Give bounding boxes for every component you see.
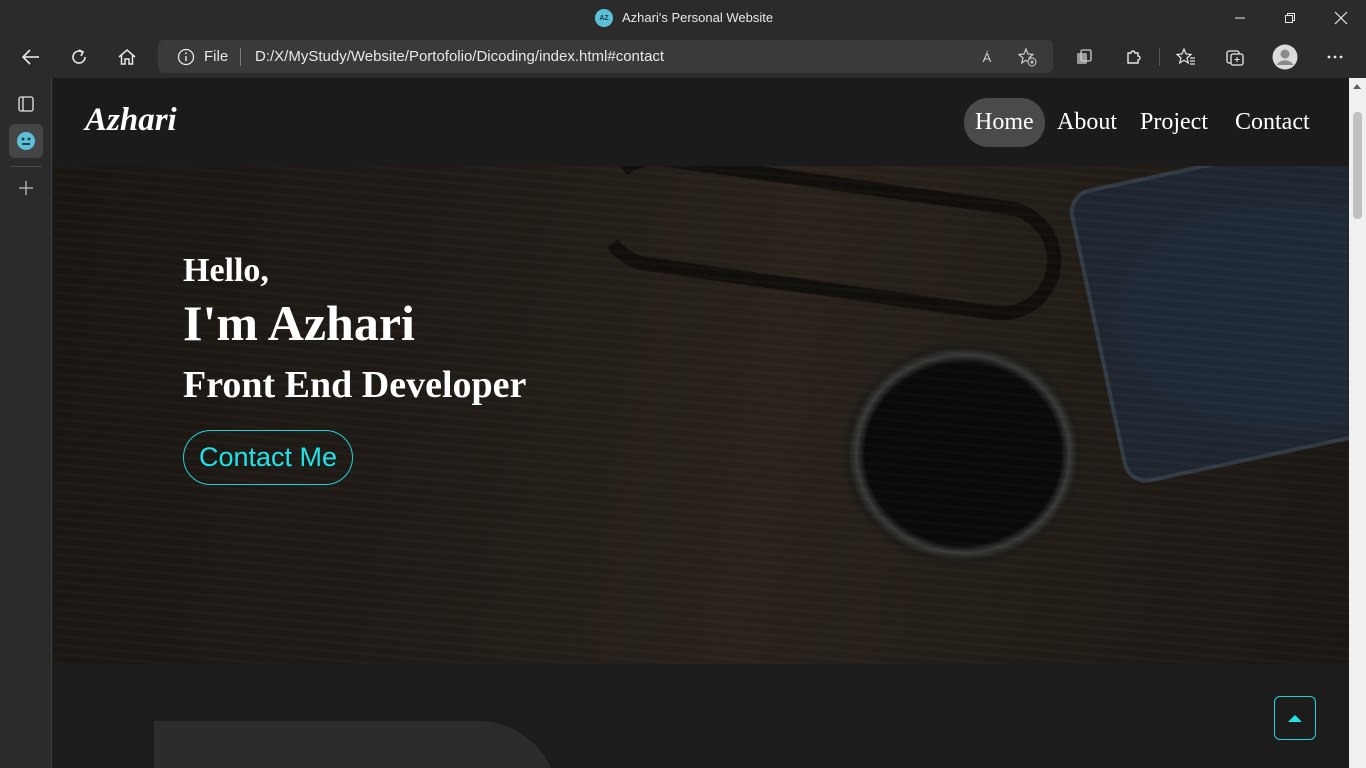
contact-me-button[interactable]: Contact Me	[183, 430, 353, 485]
page-viewport: Azhari Home About Project Contact Hello,…	[53, 78, 1349, 768]
minimize-button[interactable]	[1215, 0, 1265, 36]
nav-about[interactable]: About	[1046, 98, 1128, 147]
add-favorite-icon[interactable]	[1016, 46, 1038, 68]
tab-actions-icon[interactable]	[1219, 42, 1251, 72]
window-title: Azhari's Personal Website	[622, 10, 774, 25]
hero-role: Front End Developer	[183, 364, 527, 406]
scroll-up-icon[interactable]	[1353, 84, 1361, 89]
sidebar-tab-azhari[interactable]	[9, 124, 43, 158]
about-section	[53, 664, 1349, 768]
toolbar-separator	[1159, 48, 1160, 66]
home-icon[interactable]	[111, 42, 143, 72]
nav-home[interactable]: Home	[964, 98, 1045, 147]
restore-button[interactable]	[1265, 0, 1315, 36]
hero-background-texture	[53, 166, 1349, 664]
about-card	[154, 721, 558, 768]
tab-panel-toggle-icon[interactable]	[9, 87, 43, 121]
refresh-icon[interactable]	[63, 42, 95, 72]
collections-icon[interactable]	[1068, 42, 1100, 72]
title-bar: AZ Azhari's Personal Website	[0, 0, 1366, 36]
hero-section: Hello, I'm Azhari Front End Developer Co…	[53, 166, 1349, 664]
more-icon[interactable]	[1319, 42, 1351, 72]
scrollbar-thumb[interactable]	[1353, 112, 1362, 219]
site-favicon-icon	[17, 132, 35, 150]
sidebar-divider	[10, 166, 42, 167]
back-arrow-icon[interactable]	[15, 42, 47, 72]
hero-name: I'm Azhari	[183, 295, 415, 351]
vertical-tabs-sidebar	[0, 78, 52, 768]
close-button[interactable]	[1316, 0, 1366, 36]
address-bar[interactable]: File D:/X/MyStudy/Website/Portofolio/Dic…	[158, 40, 1053, 73]
hero-greeting: Hello,	[183, 252, 269, 289]
page-scrollbar[interactable]	[1349, 78, 1366, 768]
url-text[interactable]: D:/X/MyStudy/Website/Portofolio/Dicoding…	[255, 48, 664, 65]
scheme-label: File	[204, 48, 229, 65]
address-divider	[240, 48, 241, 66]
site-header: Azhari Home About Project Contact	[53, 78, 1349, 166]
nav-contact[interactable]: Contact	[1224, 98, 1321, 147]
nav-project[interactable]: Project	[1129, 98, 1219, 147]
back-to-top-button[interactable]	[1274, 696, 1316, 740]
info-icon[interactable]	[177, 48, 195, 71]
site-logo[interactable]: Azhari	[85, 102, 177, 139]
browser-toolbar: File D:/X/MyStudy/Website/Portofolio/Dic…	[0, 36, 1366, 78]
caret-up-icon	[1288, 714, 1302, 722]
favorites-icon[interactable]	[1170, 42, 1202, 72]
profile-icon[interactable]	[1269, 42, 1301, 72]
read-aloud-icon[interactable]: Á	[976, 46, 998, 68]
site-favicon-icon: AZ	[595, 9, 613, 27]
new-tab-icon[interactable]	[9, 171, 43, 205]
extensions-icon[interactable]	[1117, 42, 1149, 72]
